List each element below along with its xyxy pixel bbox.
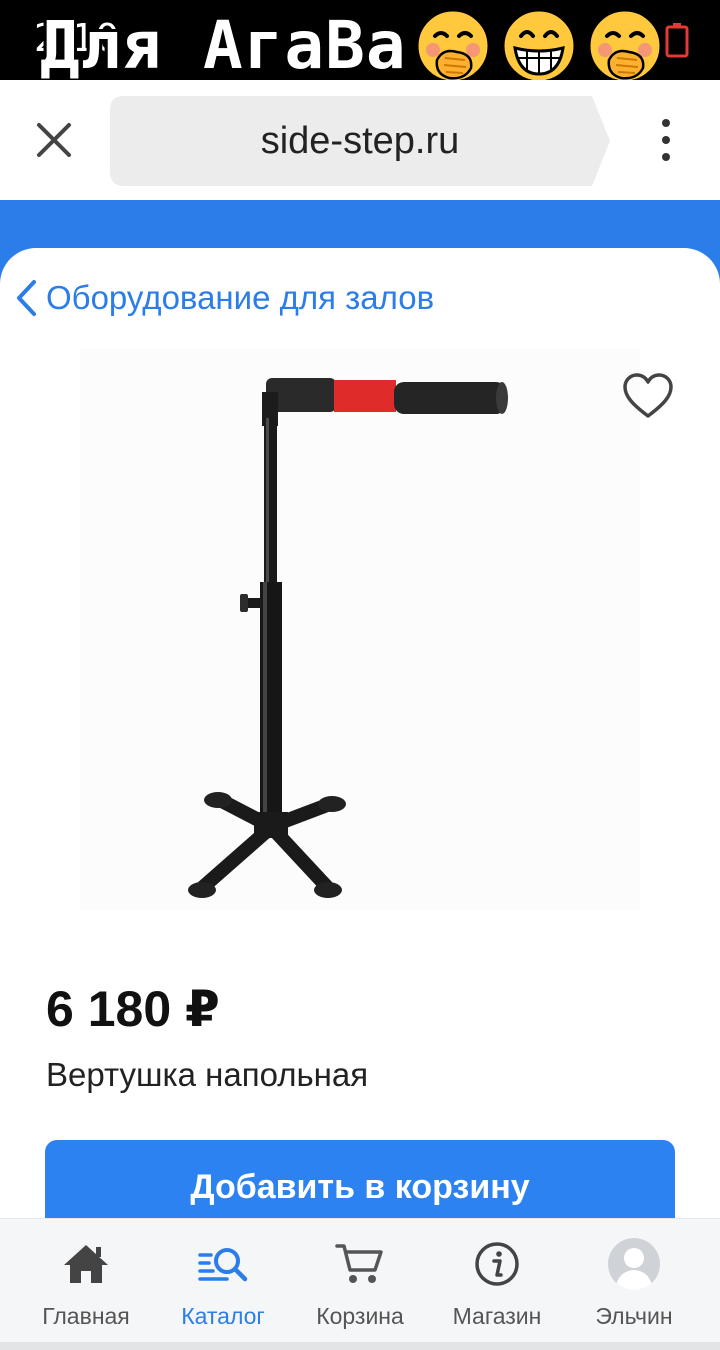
status-icons — [664, 22, 690, 58]
heart-icon — [623, 373, 673, 418]
back-to-category-link[interactable]: Оборудование для залов — [14, 270, 434, 326]
close-tab-button[interactable] — [24, 110, 84, 170]
nav-label-cart: Корзина — [316, 1303, 404, 1329]
overlay-caption: Для АгаВа — [40, 6, 665, 80]
url-text: side-step.ru — [260, 120, 460, 162]
product-name: Вертушка напольная — [46, 1056, 369, 1093]
nav-item-home[interactable]: Главная — [16, 1219, 156, 1339]
browser-toolbar: side-step.ru — [0, 80, 720, 200]
product-image[interactable] — [80, 348, 640, 910]
cart-icon — [335, 1244, 383, 1283]
floor-stand-image — [188, 378, 508, 898]
close-icon — [37, 123, 71, 157]
nav-label-home: Главная — [42, 1303, 130, 1329]
menu-dot-icon — [662, 136, 670, 144]
hand-over-mouth-emoji-icon — [415, 8, 491, 80]
back-link-label: Оборудование для залов — [46, 279, 435, 316]
hand-over-mouth-emoji-icon — [587, 8, 663, 80]
favorite-button[interactable] — [622, 372, 674, 420]
battery-icon — [665, 23, 689, 58]
catalog-search-icon — [198, 1248, 248, 1282]
nav-item-cart[interactable]: Корзина — [290, 1219, 430, 1339]
system-gesture-bar — [0, 1342, 720, 1350]
nav-item-store[interactable]: Магазин — [427, 1219, 567, 1339]
nav-item-catalog[interactable]: Каталог — [153, 1219, 293, 1339]
nav-label-profile: Эльчин — [595, 1303, 673, 1329]
overflow-menu-button[interactable] — [646, 110, 686, 170]
menu-dot-icon — [662, 119, 670, 127]
nav-item-profile[interactable]: Эльчин — [564, 1219, 704, 1339]
address-bar[interactable]: side-step.ru — [110, 96, 610, 186]
home-icon — [64, 1245, 108, 1283]
avatar-icon — [608, 1238, 660, 1290]
nav-label-store: Магазин — [452, 1303, 542, 1329]
status-bar: 2:10 Для АгаВа — [0, 0, 720, 80]
info-icon — [475, 1242, 519, 1286]
chevron-left-icon — [17, 280, 36, 316]
menu-dot-icon — [662, 153, 670, 161]
grinning-emoji-icon — [501, 8, 577, 80]
bottom-navigation: Главная Каталог Корзина Магазин Эльчин — [0, 1218, 720, 1350]
overlay-caption-text: Для АгаВа — [40, 7, 407, 80]
nav-label-catalog: Каталог — [181, 1303, 265, 1329]
product-price: 6 180 ₽ — [46, 981, 220, 1037]
